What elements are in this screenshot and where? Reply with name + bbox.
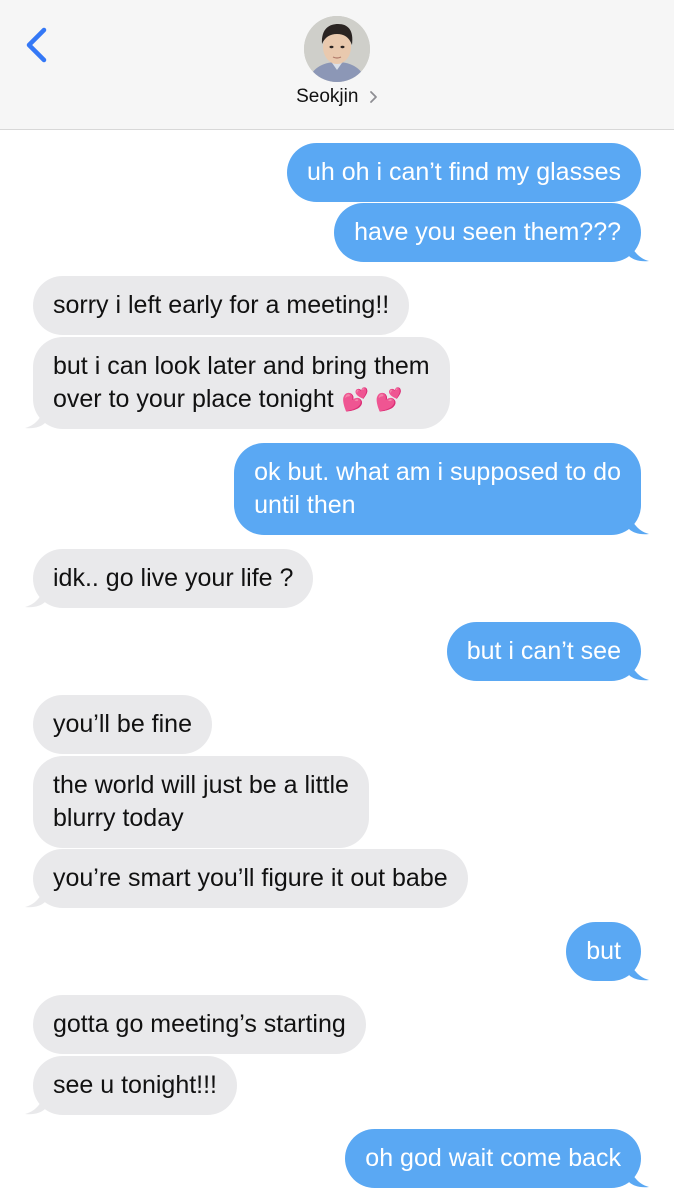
message-text-line: you’ll be fine	[53, 710, 192, 738]
message-text: until then	[254, 489, 621, 522]
message-text-line: the world will just be a little	[53, 771, 349, 799]
emoji: 💕 💕	[341, 387, 403, 412]
chevron-left-icon	[26, 27, 47, 63]
message-text: but i can’t see	[467, 635, 621, 668]
bubble-tail	[23, 1091, 45, 1120]
message-text-line: you’re smart you’ll figure it out babe	[53, 864, 448, 892]
message-bubble-incoming[interactable]: but i can look later and bring them over …	[33, 337, 450, 429]
bubble-tail	[629, 657, 651, 686]
chevron-right-icon	[369, 91, 377, 103]
bubble-tail	[629, 957, 651, 986]
bubble-tail	[629, 511, 651, 540]
message-text: over to your place tonight 💕 💕	[53, 383, 430, 416]
bubble-tail	[23, 584, 45, 613]
message-text: see u tonight!!!	[53, 1069, 217, 1102]
message-text-line: but i can’t see	[466, 637, 621, 665]
message-text-line: blurry today	[53, 804, 184, 832]
message-text: gotta go meeting’s starting	[53, 1008, 346, 1041]
message-bubble-incoming[interactable]: gotta go meeting’s starting	[33, 995, 366, 1054]
message-text: sorry i left early for a meeting!!	[53, 289, 389, 322]
message-text-line: uh oh i can’t find my glasses	[306, 158, 621, 186]
message-text-line: idk.. go live your life ?	[53, 564, 294, 592]
message-text: but	[586, 935, 621, 968]
message-text-line: until then	[254, 491, 356, 519]
message-text-line: sorry i left early for a meeting!!	[53, 291, 390, 319]
avatar[interactable]	[304, 16, 370, 82]
message-text: the world will just be a little	[53, 769, 349, 802]
message-text: have you seen them???	[354, 216, 621, 249]
message-text: you’ll be fine	[53, 708, 192, 741]
message-text-line: ok but. what am i supposed to do	[254, 458, 621, 486]
message-text: ok but. what am i supposed to do	[254, 456, 621, 489]
bubble-tail	[629, 1164, 651, 1193]
contact-details-button[interactable]: Seokjin	[0, 86, 674, 116]
message-bubble-incoming[interactable]: idk.. go live your life ?	[33, 549, 314, 608]
message-bubble-incoming[interactable]: sorry i left early for a meeting!!	[33, 276, 410, 335]
message-text-line: see u tonight!!!	[53, 1071, 218, 1099]
message-text-line: have you seen them???	[354, 218, 621, 246]
message-text: you’re smart you’ll figure it out babe	[53, 862, 448, 895]
message-text-line: gotta go meeting’s starting	[53, 1010, 346, 1038]
conversation-header: Seokjin	[0, 0, 674, 130]
message-text: oh god wait come back	[365, 1142, 621, 1175]
contact-name: Seokjin	[296, 86, 359, 107]
message-bubble-outgoing[interactable]: ok but. what am i supposed to do until th…	[234, 443, 641, 535]
avatar-photo	[304, 16, 370, 82]
message-text: blurry today	[53, 802, 349, 835]
message-bubble-outgoing[interactable]: have you seen them???	[334, 203, 641, 262]
message-bubble-incoming[interactable]: see u tonight!!!	[33, 1056, 238, 1115]
message-text: but i can look later and bring them	[53, 350, 430, 383]
message-text: idk.. go live your life ?	[53, 562, 293, 595]
message-bubble-incoming[interactable]: you’ll be fine	[33, 695, 212, 754]
bubble-tail	[23, 884, 45, 913]
bubble-tail	[23, 405, 45, 434]
message-text-line: over to your place tonight	[53, 385, 334, 413]
message-text-line: but	[586, 937, 621, 965]
back-button[interactable]	[20, 22, 56, 68]
message-bubble-incoming[interactable]: you’re smart you’ll figure it out babe	[33, 849, 468, 908]
message-bubble-outgoing[interactable]: oh god wait come back	[345, 1129, 641, 1188]
message-text: uh oh i can’t find my glasses	[307, 156, 621, 189]
bubble-tail	[629, 238, 651, 267]
message-bubble-outgoing[interactable]: but i can’t see	[446, 622, 641, 681]
message-text-line: but i can look later and bring them	[53, 352, 430, 380]
message-bubble-outgoing[interactable]: uh oh i can’t find my glasses	[286, 143, 641, 202]
message-text-line: oh god wait come back	[365, 1144, 621, 1172]
message-bubble-incoming[interactable]: the world will just be a little blurry to…	[33, 756, 369, 848]
